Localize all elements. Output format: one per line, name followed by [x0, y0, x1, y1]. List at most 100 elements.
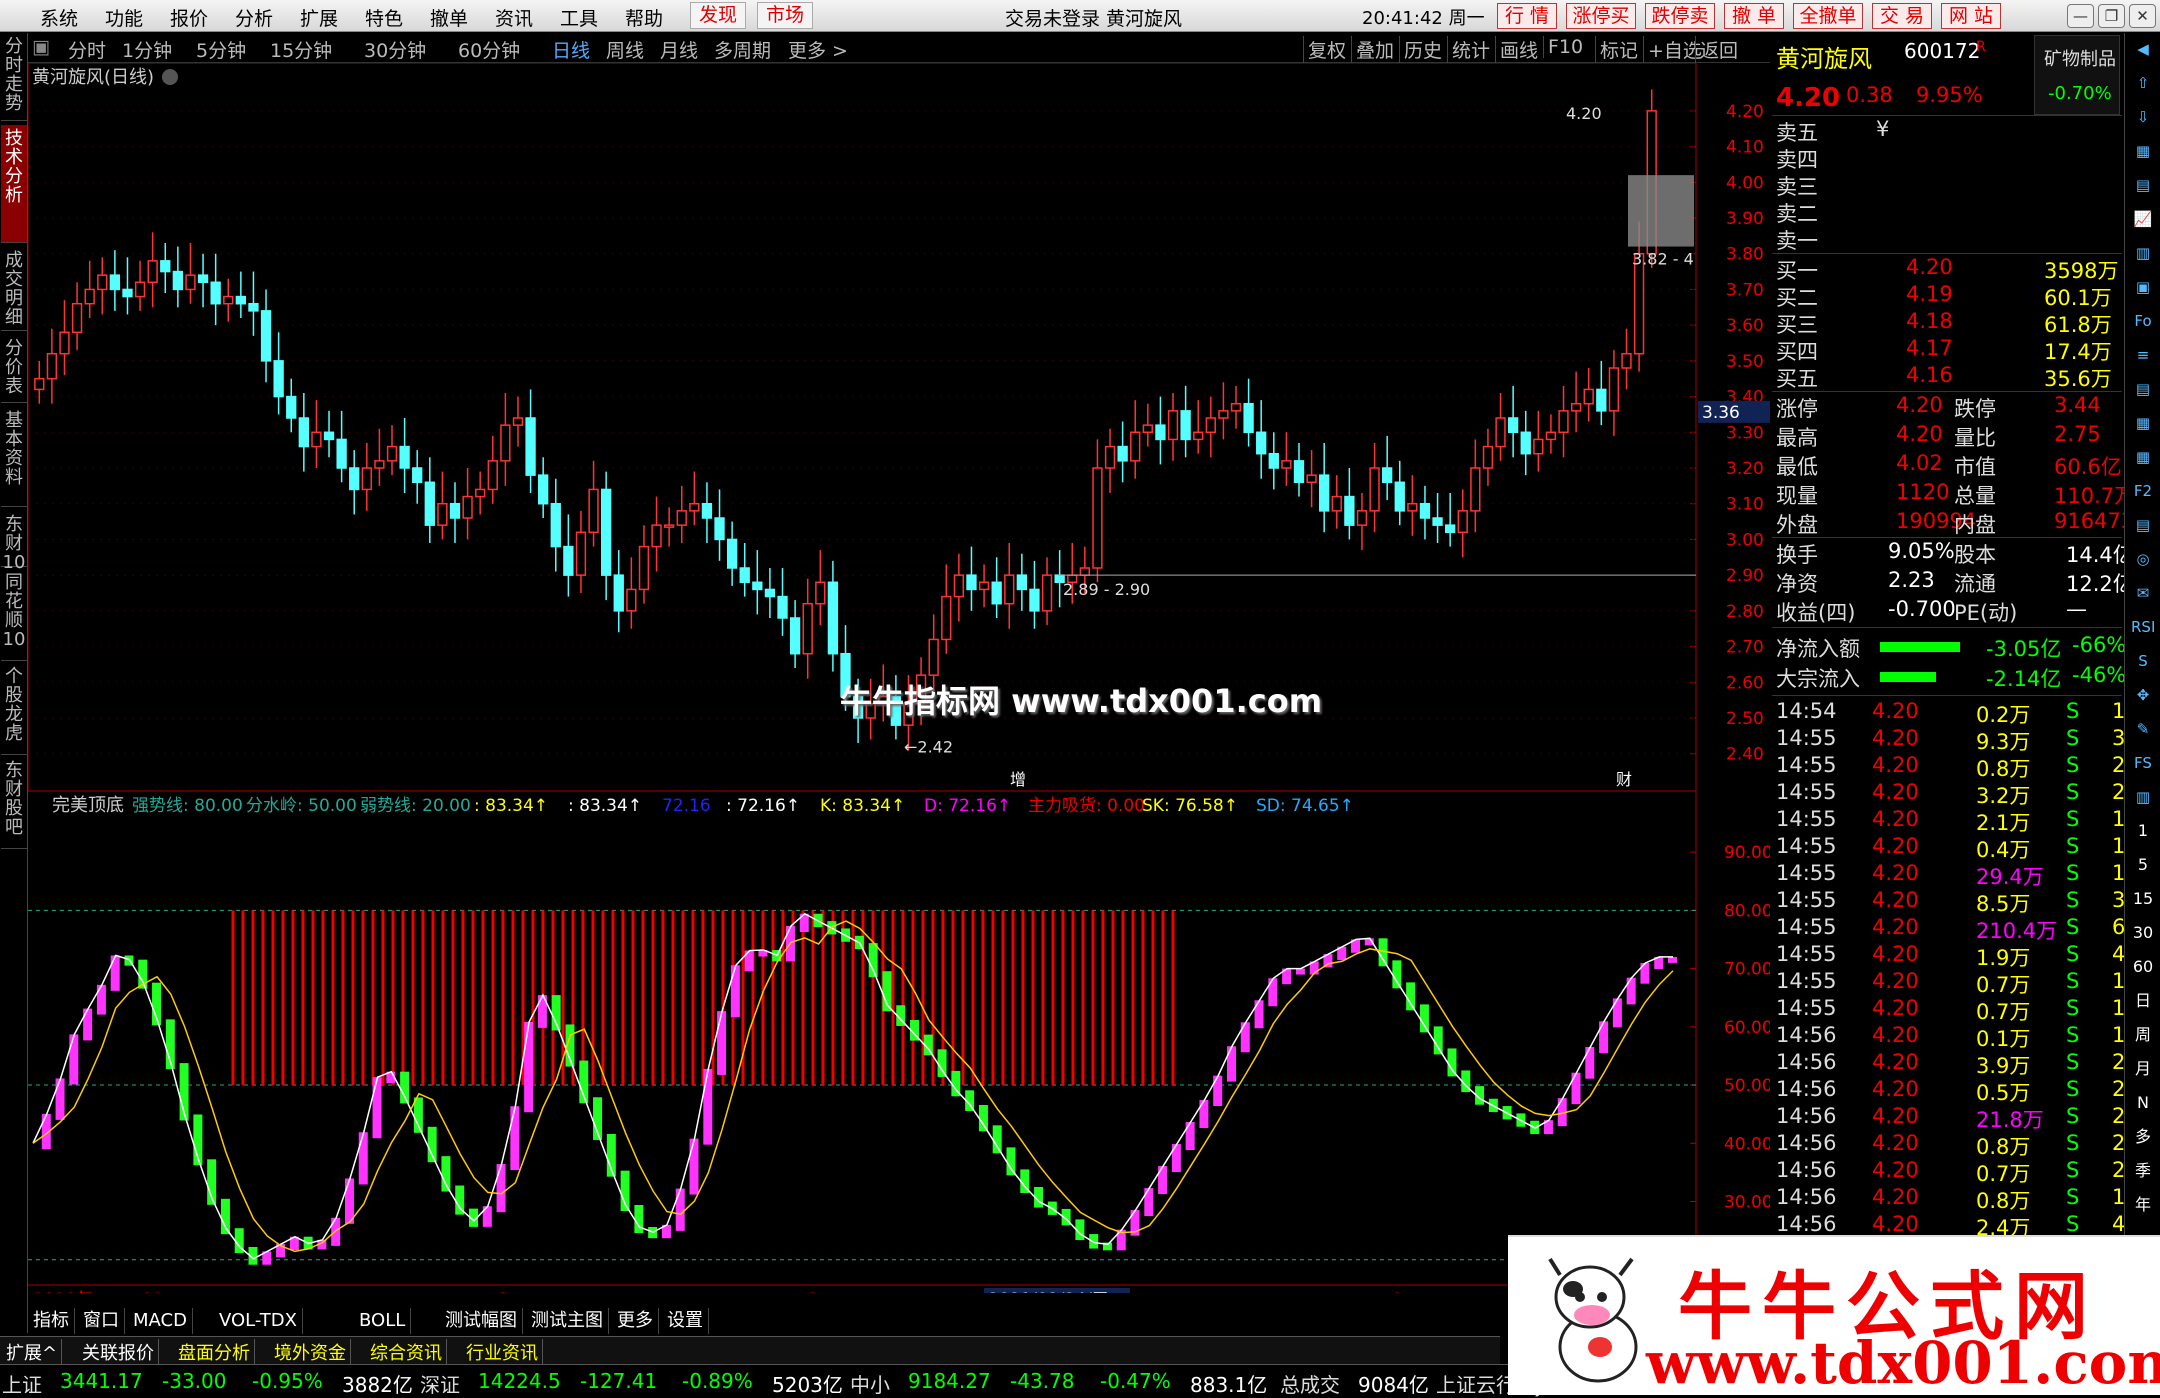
- menu-4[interactable]: 扩展: [300, 4, 338, 31]
- chart-area[interactable]: 黄河旋风(日线) 4.20 4.10 4.00 3.90 3.80 3.70 3.60 3.50…: [27, 62, 1773, 1310]
- ind-tab-3[interactable]: VOL-TDX: [214, 1308, 303, 1334]
- tool-7[interactable]: +自选: [1643, 36, 1702, 63]
- right-icon-3[interactable]: ▦: [2131, 139, 2155, 163]
- right-icon-10[interactable]: ▤: [2131, 377, 2155, 401]
- right-icon-22[interactable]: ▥: [2131, 785, 2155, 809]
- period-9[interactable]: 多周期: [714, 36, 771, 63]
- left-tab-0[interactable]: 分时走势: [1, 33, 27, 121]
- ind-tab-8[interactable]: 设置: [662, 1308, 709, 1334]
- tool-4[interactable]: 画线: [1495, 36, 1538, 63]
- right-icon-0[interactable]: ◀: [2131, 37, 2155, 61]
- period-8[interactable]: 月线: [660, 36, 698, 63]
- func-tab-0[interactable]: 扩展^: [2, 1339, 63, 1365]
- menu-btn-3[interactable]: 撤 单: [1724, 3, 1784, 29]
- right-icon-7[interactable]: ▣: [2131, 275, 2155, 299]
- left-tab-1[interactable]: 技术分析: [1, 125, 27, 243]
- right-icon-12[interactable]: ▦: [2131, 445, 2155, 469]
- right-icon-17[interactable]: RSI: [2131, 615, 2155, 639]
- right-icon-27[interactable]: 60: [2131, 955, 2155, 979]
- tool-2[interactable]: 历史: [1399, 36, 1442, 63]
- tool-1[interactable]: 叠加: [1351, 36, 1394, 63]
- right-icon-8[interactable]: Fo: [2131, 309, 2155, 333]
- period-3[interactable]: 15分钟: [270, 36, 332, 63]
- right-icon-34[interactable]: 年: [2131, 1193, 2155, 1217]
- left-tab-3[interactable]: 分价表: [1, 335, 27, 403]
- left-tab-2[interactable]: 成交明细: [1, 247, 27, 331]
- left-tab-8[interactable]: 东财股吧: [1, 757, 27, 849]
- ind-tab-2[interactable]: MACD: [128, 1308, 193, 1334]
- period-4[interactable]: 30分钟: [364, 36, 426, 63]
- right-icon-25[interactable]: 15: [2131, 887, 2155, 911]
- menu-0[interactable]: 系统: [40, 4, 78, 31]
- right-icon-20[interactable]: ✎: [2131, 717, 2155, 741]
- right-icon-26[interactable]: 30: [2131, 921, 2155, 945]
- right-icon-19[interactable]: ✥: [2131, 683, 2155, 707]
- menu-3[interactable]: 分析: [235, 4, 273, 31]
- tool-0[interactable]: 复权: [1303, 36, 1346, 63]
- left-tab-7[interactable]: 个股龙虎: [1, 663, 27, 755]
- left-tab-4[interactable]: 基本资料: [1, 407, 27, 507]
- layout-icon[interactable]: ▣: [32, 36, 50, 58]
- ind-tab-4[interactable]: BOLL: [354, 1308, 412, 1334]
- window-btn-2[interactable]: ✕: [2129, 4, 2156, 28]
- ind-tab-1[interactable]: 窗口: [78, 1308, 125, 1334]
- ind-tab-5[interactable]: 测试幅图: [440, 1308, 523, 1334]
- ind-tab-6[interactable]: 测试主图: [526, 1308, 609, 1334]
- right-icon-21[interactable]: FS: [2131, 751, 2155, 775]
- period-1[interactable]: 1分钟: [122, 36, 172, 63]
- func-tab-4[interactable]: 综合资讯: [366, 1339, 447, 1365]
- menu-btn-4[interactable]: 全撤单: [1793, 3, 1863, 29]
- period-2[interactable]: 5分钟: [196, 36, 246, 63]
- period-5[interactable]: 60分钟: [458, 36, 520, 63]
- period-10[interactable]: 更多 >: [788, 36, 848, 63]
- menu-9[interactable]: 帮助: [625, 4, 663, 31]
- promo-url[interactable]: www.tdx001.com: [1646, 1329, 2160, 1397]
- right-icon-2[interactable]: ⇩: [2131, 105, 2155, 129]
- func-tab-2[interactable]: 盘面分析: [174, 1339, 255, 1365]
- menu-highlight-0[interactable]: 发现: [690, 2, 747, 29]
- menu-6[interactable]: 撤单: [430, 4, 468, 31]
- right-icon-15[interactable]: ◎: [2131, 547, 2155, 571]
- menu-btn-6[interactable]: 网 站: [1941, 3, 2001, 29]
- ind-tab-7[interactable]: 更多: [612, 1308, 659, 1334]
- func-tab-1[interactable]: 关联报价: [78, 1339, 159, 1365]
- right-icon-1[interactable]: ⇧: [2131, 71, 2155, 95]
- func-tab-3[interactable]: 境外资金: [270, 1339, 351, 1365]
- tool-3[interactable]: 统计: [1447, 36, 1490, 63]
- right-icon-29[interactable]: 周: [2131, 1023, 2155, 1047]
- right-icon-24[interactable]: 5: [2131, 853, 2155, 877]
- right-icon-23[interactable]: 1: [2131, 819, 2155, 843]
- menu-7[interactable]: 资讯: [495, 4, 533, 31]
- left-tab-5[interactable]: 东财10: [1, 511, 27, 572]
- right-icon-31[interactable]: N: [2131, 1091, 2155, 1115]
- period-6[interactable]: 日线: [552, 36, 590, 63]
- window-btn-0[interactable]: —: [2067, 4, 2094, 28]
- menu-2[interactable]: 报价: [170, 4, 208, 31]
- right-icon-33[interactable]: 季: [2131, 1159, 2155, 1183]
- left-tab-6[interactable]: 同花顺10: [1, 569, 27, 661]
- tool-8[interactable]: 返回: [1695, 36, 1738, 63]
- right-icon-14[interactable]: ▤: [2131, 513, 2155, 537]
- right-icon-28[interactable]: 日: [2131, 989, 2155, 1013]
- menu-5[interactable]: 特色: [365, 4, 403, 31]
- menu-btn-1[interactable]: 涨停买: [1566, 3, 1636, 29]
- right-icon-18[interactable]: S: [2131, 649, 2155, 673]
- right-icon-9[interactable]: ≡: [2131, 343, 2155, 367]
- menu-1[interactable]: 功能: [105, 4, 143, 31]
- right-icon-4[interactable]: ▤: [2131, 173, 2155, 197]
- tool-5[interactable]: F10: [1543, 36, 1583, 58]
- window-btn-1[interactable]: ❐: [2098, 4, 2125, 28]
- period-7[interactable]: 周线: [606, 36, 644, 63]
- right-icon-16[interactable]: ✉: [2131, 581, 2155, 605]
- right-icon-11[interactable]: ▦: [2131, 411, 2155, 435]
- right-icon-32[interactable]: 多: [2131, 1125, 2155, 1149]
- right-icon-6[interactable]: ▥: [2131, 241, 2155, 265]
- tool-6[interactable]: 标记: [1595, 36, 1638, 63]
- period-0[interactable]: 分时: [68, 36, 106, 63]
- right-icon-30[interactable]: 月: [2131, 1057, 2155, 1081]
- func-tab-5[interactable]: 行业资讯: [462, 1339, 543, 1365]
- menu-8[interactable]: 工具: [560, 4, 598, 31]
- menu-btn-2[interactable]: 跌停卖: [1645, 3, 1715, 29]
- menu-highlight-1[interactable]: 市场: [757, 2, 814, 29]
- menu-btn-0[interactable]: 行 情: [1497, 3, 1557, 29]
